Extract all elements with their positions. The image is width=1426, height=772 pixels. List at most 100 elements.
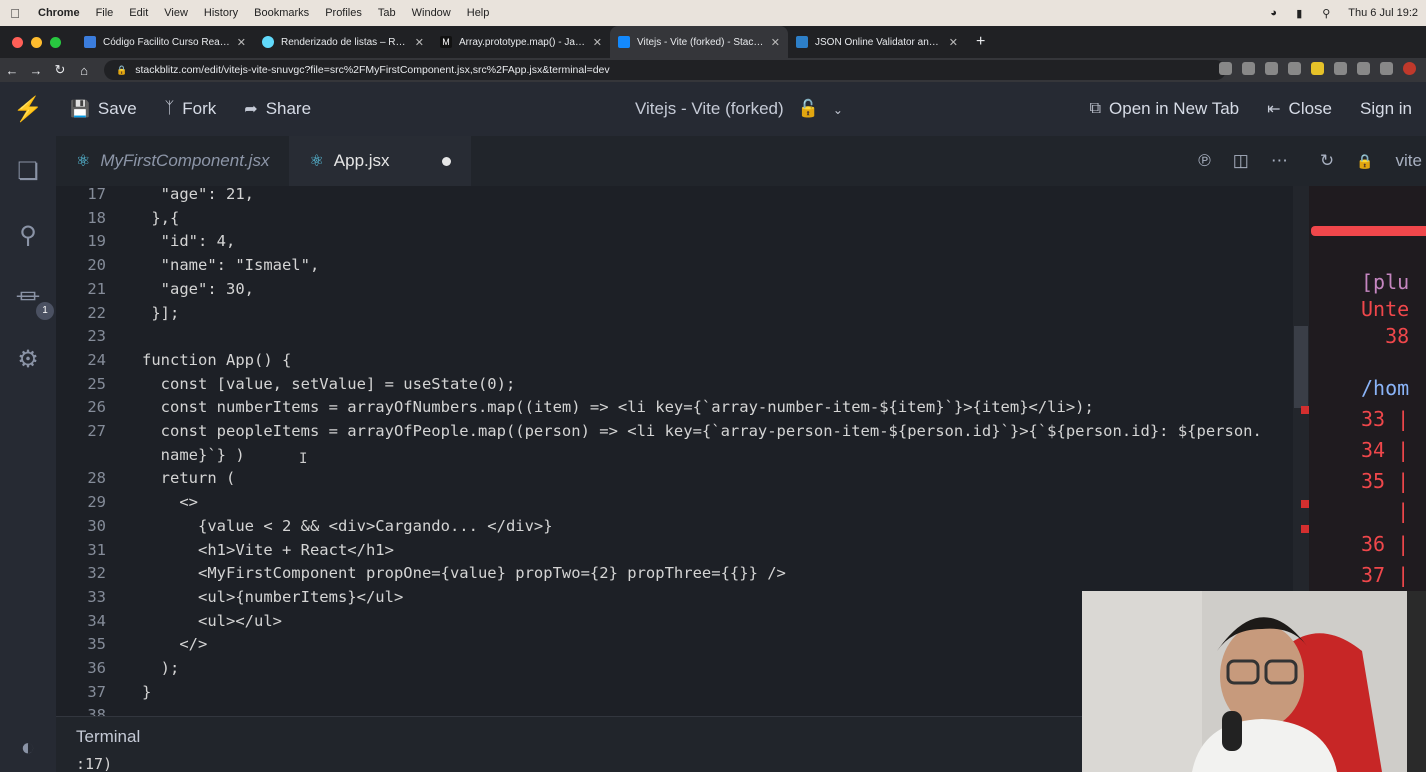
preview-url[interactable]: vite	[1396, 151, 1422, 171]
code-line[interactable]: 31 <h1>Vite + React</h1>	[56, 538, 1308, 562]
close-tab-icon[interactable]: ✕	[237, 36, 246, 49]
menu-tab[interactable]: Tab	[370, 7, 404, 19]
address-bar[interactable]: 🔒 stackblitz.com/edit/vitejs-vite-snuvgc…	[104, 60, 1226, 80]
browser-tab-react-lists[interactable]: Renderizado de listas – React ✕	[254, 26, 432, 58]
terminal-title[interactable]: Terminal	[76, 727, 140, 747]
profile-avatar[interactable]	[1403, 62, 1416, 75]
chevron-down-icon[interactable]: ⌄	[833, 99, 843, 121]
format-icon[interactable]: ℗	[1198, 151, 1211, 171]
menu-file[interactable]: File	[88, 7, 122, 19]
theme-toggle-icon[interactable]: ◐	[12, 732, 44, 764]
browser-tab-codigo-facilito[interactable]: Código Facilito Curso React Js ✕	[76, 26, 254, 58]
menu-bookmarks[interactable]: Bookmarks	[246, 7, 317, 19]
sidepanel-icon[interactable]	[1380, 62, 1393, 75]
code-text[interactable]: <ul>{numberItems}</ul>	[142, 585, 403, 609]
code-line[interactable]: 21 "age": 30,	[56, 277, 1308, 301]
code-text[interactable]: name}`} )	[142, 443, 245, 467]
code-line[interactable]: 20 "name": "Ismael",	[56, 253, 1308, 277]
fork-button[interactable]: ᛉ Fork	[151, 99, 231, 119]
close-tab-icon[interactable]: ✕	[949, 36, 958, 49]
code-text[interactable]: {value < 2 && <div>Cargando... </div>}	[142, 514, 553, 538]
code-text[interactable]: const peopleItems = arrayOfPeople.map((p…	[142, 419, 1262, 443]
home-icon[interactable]: ⌂	[72, 63, 96, 78]
menu-history[interactable]: History	[196, 7, 246, 19]
puzzle-icon[interactable]	[1334, 62, 1347, 75]
code-text[interactable]: "age": 30,	[142, 277, 254, 301]
new-tab-button[interactable]: +	[966, 33, 985, 51]
error-marker[interactable]	[1301, 500, 1309, 508]
code-line[interactable]: 17 "age": 21,	[56, 186, 1308, 206]
open-in-new-tab-button[interactable]: ⧉ Open in New Tab	[1076, 99, 1254, 119]
code-text[interactable]: <h1>Vite + React</h1>	[142, 538, 394, 562]
project-title[interactable]: Vitejs - Vite (forked) 🔓 ⌄	[635, 99, 843, 121]
save-button[interactable]: 💾 Save	[56, 99, 151, 119]
zoom-window-button[interactable]	[50, 36, 61, 48]
stackblitz-logo-icon[interactable]: ⚡	[0, 95, 56, 124]
close-tab-icon[interactable]: ✕	[771, 36, 780, 49]
reload-icon[interactable]: ↻	[48, 62, 72, 78]
close-window-button[interactable]	[12, 36, 23, 48]
share-icon[interactable]	[1265, 62, 1278, 75]
star-icon[interactable]	[1288, 62, 1301, 75]
code-text[interactable]: },{	[142, 206, 179, 230]
code-line[interactable]: 28 return (	[56, 466, 1308, 490]
wifi-icon[interactable]: ◕	[1270, 7, 1284, 19]
code-text[interactable]: function App() {	[142, 348, 291, 372]
download-icon[interactable]	[1357, 62, 1370, 75]
search-icon[interactable]: ⚲	[12, 220, 44, 252]
extension-icon[interactable]	[1311, 62, 1324, 75]
error-marker[interactable]	[1301, 525, 1309, 533]
back-icon[interactable]: ←	[0, 63, 24, 78]
code-text[interactable]: return (	[142, 466, 236, 490]
browser-tab-stackblitz[interactable]: Vitejs - Vite (forked) - StackBli ✕	[610, 26, 788, 58]
browser-tab-array-map[interactable]: M Array.prototype.map() - JavaSc ✕	[432, 26, 610, 58]
share-button[interactable]: ➦ Share	[230, 99, 325, 119]
code-line[interactable]: 18 },{	[56, 206, 1308, 230]
search-icon[interactable]: ⚲	[1322, 7, 1336, 20]
close-tab-icon[interactable]: ✕	[593, 36, 602, 49]
error-marker[interactable]	[1301, 406, 1309, 414]
zoom-icon[interactable]	[1242, 62, 1255, 75]
code-line[interactable]: 29 <>	[56, 490, 1308, 514]
close-tab-icon[interactable]: ✕	[415, 36, 424, 49]
forward-icon[interactable]: →	[24, 63, 48, 78]
code-text[interactable]: <>	[142, 490, 198, 514]
clock[interactable]: Thu 6 Jul 19:2	[1348, 7, 1418, 19]
code-line[interactable]: 30 {value < 2 && <div>Cargando... </div>…	[56, 514, 1308, 538]
unsaved-indicator[interactable]	[441, 156, 451, 166]
minimize-window-button[interactable]	[31, 36, 42, 48]
code-line[interactable]: 27 const peopleItems = arrayOfPeople.map…	[56, 419, 1308, 443]
code-line[interactable]: 32 <MyFirstComponent propOne={value} pro…	[56, 561, 1308, 585]
code-text[interactable]: <ul></ul>	[142, 609, 282, 633]
close-button[interactable]: ⇤ Close	[1253, 99, 1346, 119]
code-line[interactable]: 22 }];	[56, 301, 1308, 325]
code-text[interactable]: );	[142, 656, 180, 680]
menu-view[interactable]: View	[156, 7, 196, 19]
menu-app[interactable]: Chrome	[30, 7, 88, 19]
code-text[interactable]: "id": 4,	[142, 229, 236, 253]
sign-in-button[interactable]: Sign in	[1346, 99, 1426, 119]
split-editor-icon[interactable]: ◫	[1233, 151, 1249, 171]
refresh-icon[interactable]: ↻	[1320, 151, 1334, 171]
tab-app-jsx[interactable]: ⚛ App.jsx	[289, 136, 471, 186]
unlock-icon[interactable]: 🔓	[798, 99, 819, 121]
code-text[interactable]: "age": 21,	[142, 186, 254, 206]
code-line[interactable]: 26 const numberItems = arrayOfNumbers.ma…	[56, 395, 1308, 419]
code-text[interactable]: const numberItems = arrayOfNumbers.map((…	[142, 395, 1094, 419]
code-line[interactable]: 19 "id": 4,	[56, 229, 1308, 253]
gear-icon[interactable]: ⚙	[12, 344, 44, 376]
code-text[interactable]: "name": "Ismael",	[142, 253, 320, 277]
code-line[interactable]: 24 function App() {	[56, 348, 1308, 372]
code-text[interactable]: </>	[142, 632, 207, 656]
browser-tab-json-validator[interactable]: JSON Online Validator and For ✕	[788, 26, 966, 58]
code-text[interactable]: const [value, setValue] = useState(0);	[142, 372, 516, 396]
menu-help[interactable]: Help	[459, 7, 498, 19]
menu-window[interactable]: Window	[404, 7, 459, 19]
scrollbar-thumb[interactable]	[1294, 326, 1308, 408]
apple-icon[interactable]: 	[0, 6, 30, 21]
more-icon[interactable]: ⋯	[1271, 151, 1288, 171]
code-text[interactable]: }];	[142, 301, 179, 325]
code-text[interactable]: <MyFirstComponent propOne={value} propTw…	[142, 561, 786, 585]
code-line[interactable]: 25 const [value, setValue] = useState(0)…	[56, 372, 1308, 396]
battery-icon[interactable]: ▮	[1296, 7, 1310, 20]
